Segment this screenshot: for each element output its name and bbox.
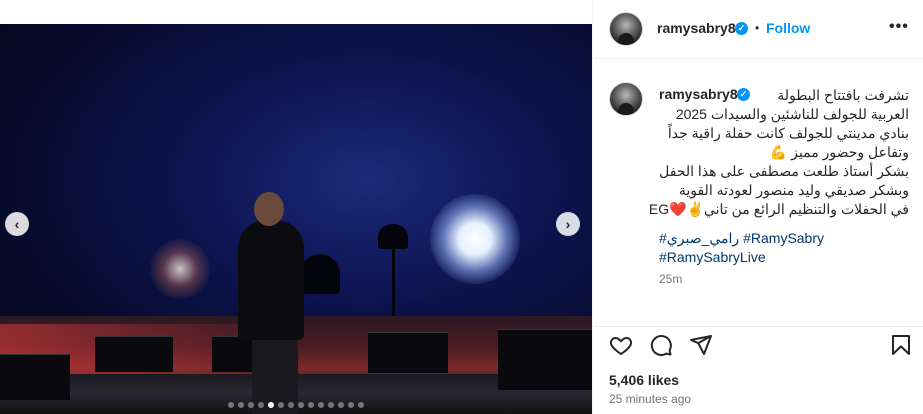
photo-tree (300, 254, 340, 294)
action-bar (593, 326, 923, 363)
caption-line: العربية للجولف للناشئين والسيدات 2025 (675, 106, 909, 122)
share-icon[interactable] (689, 333, 713, 357)
photo-speaker (95, 336, 173, 372)
verified-badge-icon: ✓ (735, 22, 748, 35)
post-timestamp: 25 minutes ago (609, 392, 692, 406)
avatar[interactable] (609, 12, 643, 46)
caption-avatar[interactable] (609, 82, 643, 116)
caption-line: في الحفلات والتنظيم الرائع من تاني✌️❤️EG (648, 201, 909, 217)
post-photo[interactable]: ‹ › (0, 24, 592, 414)
caption-timestamp: 25m (659, 272, 683, 286)
carousel-dot (268, 402, 274, 408)
chevron-left-icon: ‹ (14, 216, 20, 232)
likes-count[interactable]: 5,406 likes (609, 372, 679, 388)
caption-username[interactable]: ramysabry8 (659, 86, 738, 102)
chevron-right-icon: › (565, 216, 571, 232)
carousel-dot (358, 402, 364, 408)
photo-spotlight (430, 194, 520, 284)
more-options-icon[interactable]: ••• (889, 18, 909, 36)
carousel-dot (338, 402, 344, 408)
photo-singer (238, 220, 304, 340)
heart-icon[interactable] (609, 333, 633, 357)
photo-speaker (498, 329, 592, 390)
caption-line: وتفاعل وحضور مميز 💪 (769, 144, 909, 160)
carousel-dot (288, 402, 294, 408)
carousel-prev-button[interactable]: ‹ (5, 212, 29, 236)
caption-line: بشكر أستاذ طلعت مصطفى على هذا الحفل (659, 163, 909, 179)
carousel-next-button[interactable]: › (556, 212, 580, 236)
follow-button[interactable]: Follow (766, 20, 810, 36)
photo-palm-crown (378, 224, 408, 249)
photo-speaker (0, 354, 70, 400)
caption-text: تشرفت بافتتاح البطولة العربية للجولف للن… (648, 87, 909, 219)
hashtag-link[interactable]: #RamySabryLive (659, 248, 824, 267)
carousel-dot (298, 402, 304, 408)
carousel-dot (348, 402, 354, 408)
photo-speaker (368, 332, 448, 373)
comment-icon[interactable] (649, 333, 673, 357)
separator: • (755, 21, 760, 35)
bookmark-icon[interactable] (889, 333, 913, 357)
username[interactable]: ramysabry8 (657, 20, 736, 36)
carousel-dot (238, 402, 244, 408)
carousel-dot (318, 402, 324, 408)
carousel-dot (258, 402, 264, 408)
carousel-dot (308, 402, 314, 408)
carousel-indicator (0, 402, 592, 408)
carousel-dot (328, 402, 334, 408)
carousel-dot (248, 402, 254, 408)
hashtag-link[interactable]: #رامي_صبري #RamySabry (659, 229, 824, 248)
post-header: ramysabry8 ✓ • Follow ••• (593, 0, 923, 59)
post-panel: ramysabry8 ✓ • Follow ••• ramysabry8 ✓ ت… (592, 0, 923, 414)
carousel-dot (228, 402, 234, 408)
photo-singer-head (254, 192, 284, 226)
hashtags: #رامي_صبري #RamySabry #RamySabryLive (659, 229, 824, 267)
caption-line: بنادي مدينتي للجولف كانت حفلة راقية جداً (667, 125, 909, 141)
carousel-dot (278, 402, 284, 408)
photo-light (150, 239, 210, 299)
caption-line: وبشكر صديقي وليد منصور لعودته القوية (678, 182, 909, 198)
caption-line: تشرفت بافتتاح البطولة (777, 87, 909, 103)
